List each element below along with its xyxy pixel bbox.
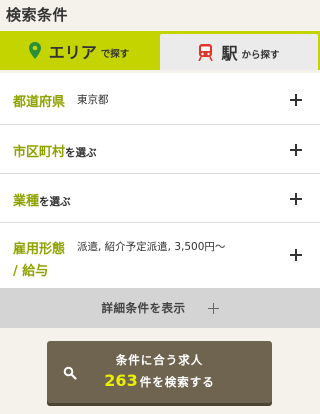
prefecture-value: 東京都	[77, 94, 109, 106]
salary-label: / 給与	[13, 264, 49, 279]
employment-value: 派遣, 紹介予定派遣, 3,500円〜	[77, 241, 226, 253]
expand-city-icon[interactable]	[290, 144, 302, 156]
criteria-row-employment[interactable]: 雇用形態 / 給与 派遣, 紹介予定派遣, 3,500円〜	[0, 223, 320, 288]
industry-label-suffix: を選ぶ	[39, 196, 71, 208]
tab-area-sub: で探す	[100, 48, 130, 60]
detail-plus-icon	[207, 302, 219, 314]
search-jobs-button[interactable]: 条件に合う求人 263 件を検索する	[47, 341, 272, 403]
criteria-row-prefecture[interactable]: 都道府県 東京都	[0, 73, 320, 125]
detail-label: 詳細条件を表示	[101, 301, 186, 315]
map-pin-icon	[28, 42, 41, 59]
criteria-row-city[interactable]: 市区町村を選ぶ	[0, 125, 320, 174]
city-label-text: 市区町村	[13, 145, 66, 160]
industry-label-text: 業種	[13, 194, 40, 209]
city-label: 市区町村を選ぶ	[13, 141, 97, 160]
search-button-line1: 条件に合う求人	[115, 353, 204, 367]
tab-area[interactable]: エリア で探す	[0, 31, 158, 70]
tab-station-sub: から探す	[241, 50, 280, 61]
expand-industry-icon[interactable]	[290, 193, 302, 205]
tab-station[interactable]: 駅 から探す	[160, 34, 318, 70]
show-detail-conditions-button[interactable]: 詳細条件を表示	[0, 288, 320, 328]
expand-employment-icon[interactable]	[290, 249, 302, 261]
expand-prefecture-icon[interactable]	[290, 94, 302, 106]
search-mode-tabs: エリア で探す 駅 から探す	[0, 31, 320, 70]
prefecture-label: 都道府県	[13, 95, 66, 110]
city-label-suffix: を選ぶ	[65, 147, 97, 159]
train-icon	[198, 43, 214, 61]
search-button-line2-text: 件を検索する	[139, 375, 215, 389]
criteria-row-industry[interactable]: 業種を選ぶ	[0, 174, 320, 223]
criteria-list: 都道府県 東京都 市区町村を選ぶ 業種を選ぶ 雇用形態 / 給与 派遣, 紹介予…	[0, 73, 320, 288]
result-count: 263	[104, 371, 138, 390]
industry-label: 業種を選ぶ	[13, 190, 71, 209]
employment-label: 雇用形態	[13, 242, 66, 257]
search-button-line2: 263 件を検索する	[47, 371, 272, 390]
tab-area-label: エリア	[48, 42, 97, 62]
page-title: 検索条件	[6, 6, 69, 24]
tab-station-label: 駅	[221, 44, 238, 63]
